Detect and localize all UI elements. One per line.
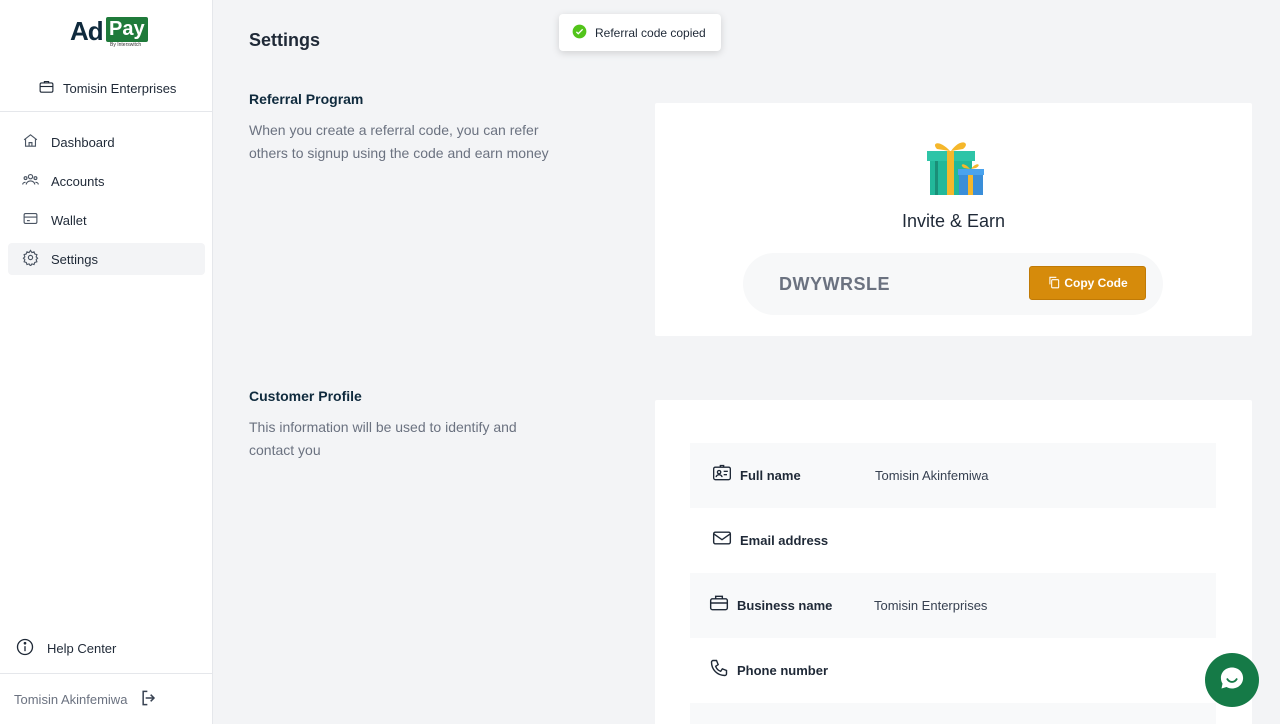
business-name-value: Tomisin Enterprises xyxy=(874,598,988,613)
sidebar-item-label: Accounts xyxy=(51,173,105,189)
page-title: Settings xyxy=(249,30,321,50)
profile-row-email: Email address xyxy=(690,508,1216,573)
profile-card: Full name Tomisin Akinfemiwa Email addre… xyxy=(655,400,1252,724)
logo-pay-text: Pay xyxy=(106,17,148,42)
user-name: Tomisin Akinfemiwa xyxy=(14,692,128,707)
sidebar-item-label: Dashboard xyxy=(51,134,115,150)
toast-message: Referral code copied xyxy=(595,25,706,40)
profile-row-full-name: Full name Tomisin Akinfemiwa xyxy=(690,443,1216,508)
referral-code: DWYWRSLE xyxy=(779,274,890,294)
briefcase-icon xyxy=(38,78,55,98)
profile-section-description: This information will be used to identif… xyxy=(249,419,517,458)
sidebar-nav: Dashboard Accounts Wallet Settings xyxy=(8,126,205,282)
referral-section-description: When you create a referral code, you can… xyxy=(249,122,549,161)
logout-icon[interactable] xyxy=(139,688,159,711)
referral-code-box: DWYWRSLE Copy Code xyxy=(743,253,1163,315)
sidebar-item-settings[interactable]: Settings xyxy=(8,243,205,275)
full-name-label: Full name xyxy=(740,468,801,483)
full-name-value: Tomisin Akinfemiwa xyxy=(875,468,989,483)
sidebar-item-accounts[interactable]: Accounts xyxy=(8,165,205,197)
email-label: Email address xyxy=(740,533,829,548)
wallet-icon xyxy=(22,210,39,230)
sidebar: Ad Pay By Interswitch Tomisin Enterprise… xyxy=(0,0,213,724)
invite-earn-heading: Invite & Earn xyxy=(901,211,1006,231)
logo-ad-text: Ad xyxy=(70,16,104,46)
profile-row-business-name: Business name Tomisin Enterprises xyxy=(690,573,1216,638)
business-name-label: Business name xyxy=(737,598,833,613)
referral-card: Invite & Earn DWYWRSLE Copy Code xyxy=(655,103,1252,336)
business-name: Tomisin Enterprises xyxy=(63,80,177,96)
sidebar-item-label: Settings xyxy=(51,251,98,267)
help-center-label: Help Center xyxy=(47,641,117,656)
sidebar-item-label: Wallet xyxy=(51,212,87,228)
referral-section-title: Referral Program xyxy=(249,91,364,107)
check-circle-icon xyxy=(572,24,587,42)
home-icon xyxy=(22,132,39,152)
gear-icon xyxy=(22,249,39,269)
phone-icon xyxy=(709,658,729,683)
user-footer: Tomisin Akinfemiwa xyxy=(14,688,159,711)
profile-row-phone: Phone number xyxy=(690,638,1216,703)
toast-notification: Referral code copied xyxy=(559,14,721,51)
divider xyxy=(0,673,212,674)
briefcase-icon xyxy=(709,593,729,618)
divider xyxy=(0,111,212,112)
gift-icon xyxy=(925,137,985,197)
sidebar-item-dashboard[interactable]: Dashboard xyxy=(8,126,205,158)
chat-bubble-icon xyxy=(1218,664,1246,697)
info-icon xyxy=(15,637,35,660)
help-center-link[interactable]: Help Center xyxy=(15,637,116,660)
copy-icon xyxy=(1047,275,1061,292)
copy-code-label: Copy Code xyxy=(1064,276,1128,290)
phone-label: Phone number xyxy=(737,663,829,678)
sidebar-item-wallet[interactable]: Wallet xyxy=(8,204,205,236)
mail-icon xyxy=(712,528,732,553)
users-icon xyxy=(22,171,39,191)
profile-section-title: Customer Profile xyxy=(249,388,362,404)
copy-code-button[interactable]: Copy Code xyxy=(1029,266,1146,300)
adpay-logo[interactable]: Ad Pay By Interswitch xyxy=(70,16,148,48)
business-switcher[interactable]: Tomisin Enterprises xyxy=(38,78,176,98)
id-card-icon xyxy=(712,463,732,488)
profile-row-next xyxy=(690,703,1216,724)
logo-by-text: By Interswitch xyxy=(110,42,142,48)
chat-support-button[interactable] xyxy=(1205,653,1259,707)
